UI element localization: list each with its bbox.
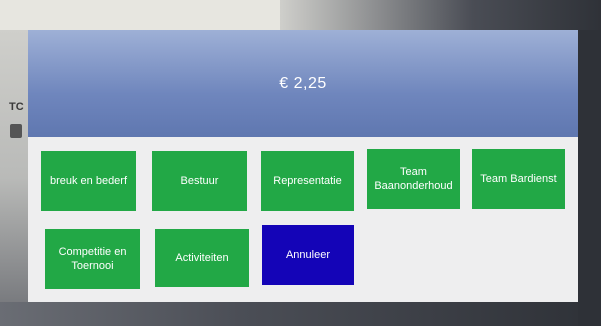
bestuur-button[interactable]: Bestuur <box>152 151 247 211</box>
payment-dialog: € 2,25 breuk en bederf Bestuur Represent… <box>28 30 578 302</box>
amount-display: € 2,25 <box>279 74 327 92</box>
screen-bezel-bottom <box>0 302 601 326</box>
screen-bezel-left <box>0 30 28 326</box>
background-heading: TC <box>9 101 24 113</box>
screen-bezel-right <box>578 30 601 326</box>
background-app-icon <box>10 124 22 138</box>
background-surface <box>280 0 601 30</box>
breuk-en-bederf-button[interactable]: breuk en bederf <box>41 151 136 211</box>
team-bardienst-button[interactable]: Team Bardienst <box>472 149 565 209</box>
team-baanonderhoud-button[interactable]: Team Baanonderhoud <box>367 149 460 209</box>
dialog-body: breuk en bederf Bestuur Representatie Te… <box>28 137 578 302</box>
dialog-header: € 2,25 <box>28 30 578 137</box>
activiteiten-button[interactable]: Activiteiten <box>155 229 249 287</box>
competitie-en-toernooi-button[interactable]: Competitie en Toernooi <box>45 229 140 289</box>
representatie-button[interactable]: Representatie <box>261 151 354 211</box>
annuleer-button[interactable]: Annuleer <box>262 225 354 285</box>
